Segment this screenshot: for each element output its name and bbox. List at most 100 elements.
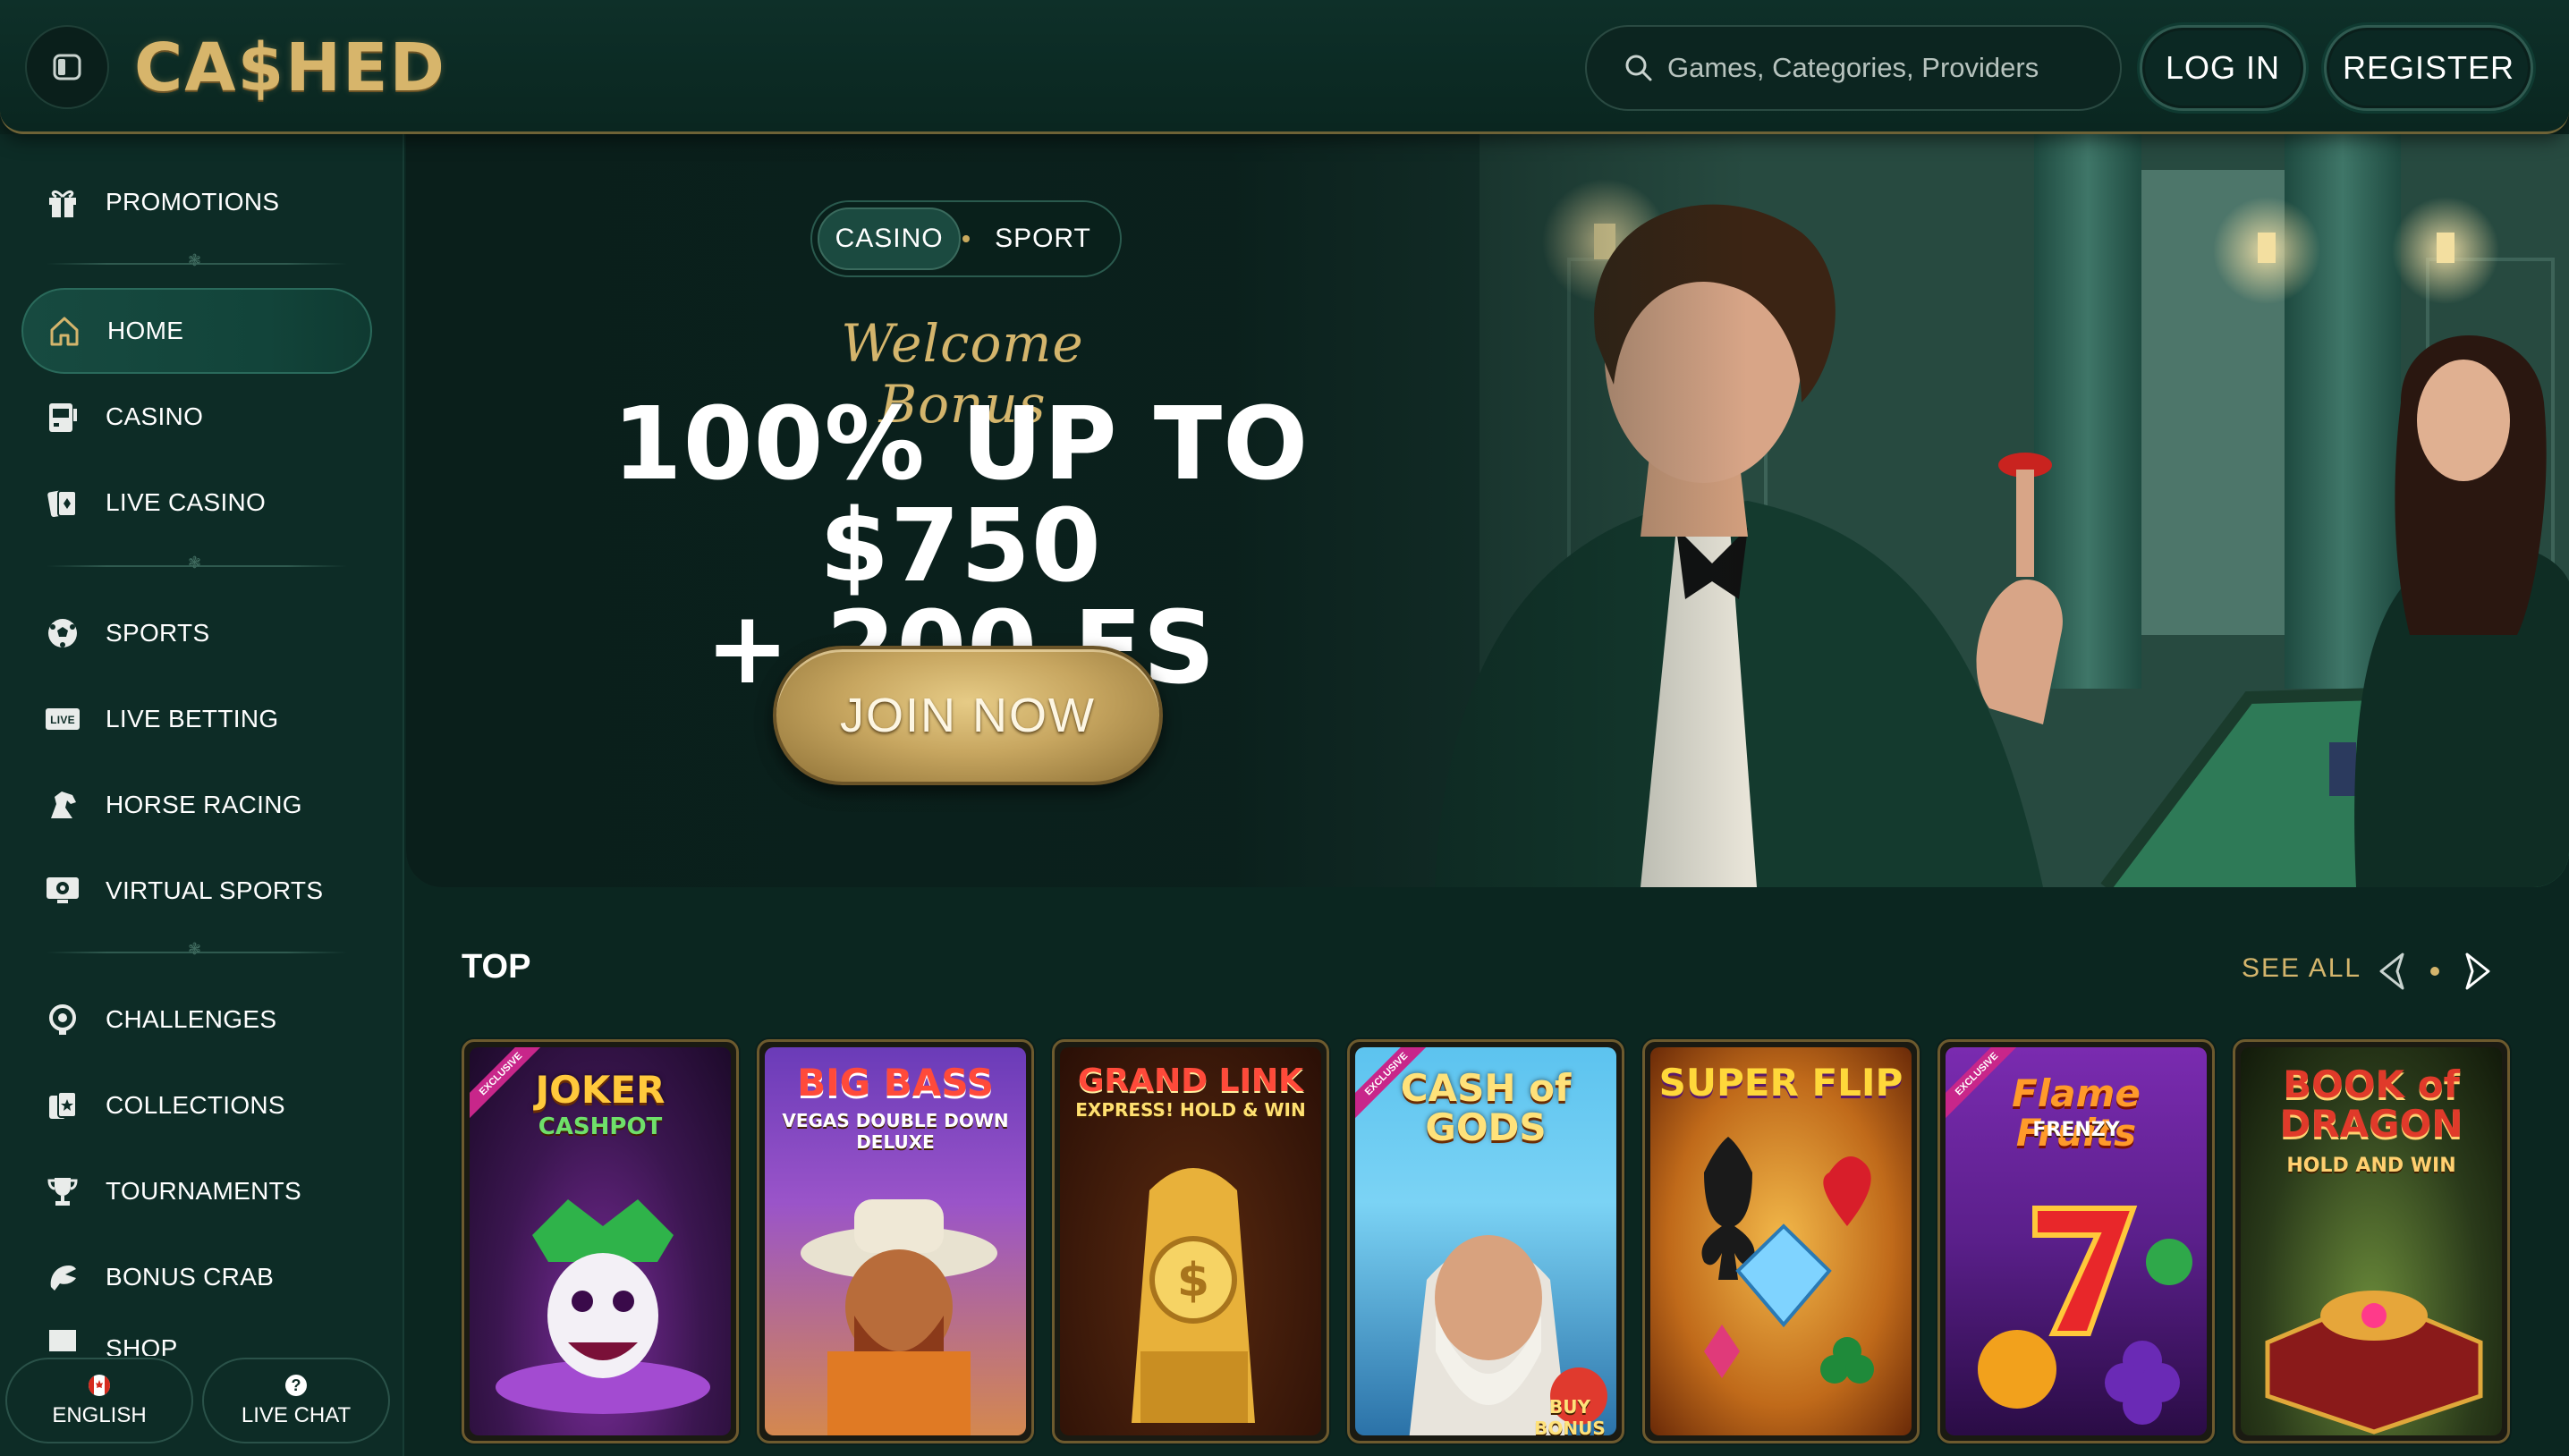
game-card[interactable]: EXCLUSIVE CASH of GODS BUY BONUS [1347, 1039, 1624, 1443]
sidebar-item-label: HORSE RACING [106, 791, 302, 818]
game-card[interactable]: EXCLUSIVE Flame Fruits FRENZY [1937, 1039, 2215, 1443]
see-all-link[interactable]: SEE ALL [2242, 953, 2361, 984]
sidebar-toggle-icon [53, 54, 81, 80]
game-art: EXCLUSIVE Flame Fruits FRENZY [1946, 1047, 2207, 1435]
help-icon: ? [285, 1375, 307, 1396]
game-art: $ GRAND LINK EXPRESS! HOLD & WIN [1060, 1047, 1321, 1435]
sidebar-item-label: LIVE CASINO [106, 488, 267, 516]
top-games-carousel: EXCLUSIVE JOKER CASHPOT BIG BASS VEGAS D… [462, 1039, 2510, 1452]
game-art: EXCLUSIVE JOKER CASHPOT [470, 1047, 731, 1435]
toggle-casino[interactable]: CASINO [818, 207, 962, 270]
language-label: ENGLISH [52, 1403, 147, 1427]
arrow-left-icon[interactable] [2372, 949, 2417, 994]
game-title: BOOK of DRAGON [2279, 1062, 2463, 1146]
horse-icon [45, 787, 81, 823]
sidebar-item-virtual-sports[interactable]: VIRTUAL SPORTS [21, 848, 372, 934]
toggle-sport[interactable]: SPORT [971, 207, 1115, 270]
casino-sport-toggle[interactable]: CASINO SPORT [810, 200, 1122, 277]
game-art: EXCLUSIVE CASH of GODS BUY BONUS [1355, 1047, 1616, 1435]
game-title: GRAND LINK [1077, 1062, 1304, 1099]
svg-text:?: ? [292, 1376, 301, 1394]
sidebar-item-label: LIVE BETTING [106, 705, 279, 732]
game-card[interactable]: SUPER FLIP [1642, 1039, 1920, 1443]
sidebar-item-live-betting[interactable]: LIVE LIVE BETTING [21, 676, 372, 762]
sidebar-divider [47, 554, 347, 572]
shop-icon [45, 1320, 81, 1356]
sidebar-divider [47, 251, 347, 270]
sidebar-item-label: CASINO [106, 402, 204, 430]
arrow-right-icon[interactable] [2453, 949, 2497, 994]
sidebar-item-promotions[interactable]: PROMOTIONS [21, 159, 372, 245]
game-card[interactable]: EXCLUSIVE JOKER CASHPOT [462, 1039, 739, 1443]
fisherman-art [801, 1199, 997, 1435]
canada-flag-icon [89, 1375, 110, 1396]
sidebar-item-label: PROMOTIONS [106, 188, 280, 216]
sidebar-item-label: SPORTS [106, 619, 210, 647]
game-art: BOOK of DRAGON HOLD AND WIN [2241, 1047, 2502, 1435]
sidebar-item-label: COLLECTIONS [106, 1091, 285, 1119]
game-title: SUPER FLIP [1658, 1061, 1903, 1105]
gift-icon [45, 184, 81, 220]
game-art: BIG BASS VEGAS DOUBLE DOWN DELUXE [765, 1047, 1026, 1435]
sidebar-item-collections[interactable]: COLLECTIONS [21, 1062, 372, 1148]
game-card[interactable]: $ GRAND LINK EXPRESS! HOLD & WIN [1052, 1039, 1329, 1443]
svg-text:LIVE: LIVE [50, 714, 75, 726]
sidebar-item-label: BONUS CRAB [106, 1263, 275, 1291]
game-card[interactable]: BOOK of DRAGON HOLD AND WIN [2233, 1039, 2510, 1443]
sidebar-item-label: TOURNAMENTS [106, 1177, 302, 1205]
game-title: JOKER [535, 1068, 666, 1112]
live-icon: LIVE [45, 701, 81, 737]
language-button[interactable]: ENGLISH [5, 1358, 193, 1443]
trophy-icon [45, 1173, 81, 1209]
sidebar-item-label: SHOP [106, 1334, 178, 1357]
sidebar-toggle-button[interactable] [25, 25, 109, 109]
cards-icon [45, 485, 81, 521]
live-chat-label: LIVE CHAT [241, 1403, 352, 1427]
search-input[interactable] [1667, 52, 2097, 84]
sidebar-item-live-casino[interactable]: LIVE CASINO [21, 460, 372, 546]
sidebar-item-sports[interactable]: SPORTS [21, 590, 372, 676]
carousel-dot [2430, 967, 2439, 976]
sidebar-item-tournaments[interactable]: TOURNAMENTS [21, 1148, 372, 1234]
register-button[interactable]: REGISTER [2324, 25, 2533, 111]
game-subtitle: EXPRESS! HOLD & WIN [1075, 1099, 1306, 1121]
top-header: CA$HED LOG IN REGISTER [0, 0, 2569, 134]
sidebar-divider [47, 940, 347, 959]
join-now-button[interactable]: JOIN NOW [773, 646, 1163, 785]
login-button[interactable]: LOG IN [2140, 25, 2306, 111]
sidebar-item-challenges[interactable]: CHALLENGES [21, 977, 372, 1062]
home-icon [47, 313, 82, 349]
game-art: SUPER FLIP [1650, 1047, 1912, 1435]
sidebar-item-label: CHALLENGES [106, 1005, 277, 1033]
sidebar-item-horse-racing[interactable]: HORSE RACING [21, 762, 372, 848]
search-bar[interactable] [1585, 25, 2122, 111]
slot-machine-icon [45, 399, 81, 435]
soccer-ball-icon [45, 615, 81, 651]
game-subtitle: VEGAS DOUBLE DOWN DELUXE [782, 1110, 1009, 1153]
sidebar-item-home[interactable]: HOME [21, 288, 372, 374]
game-title: BIG BASS [797, 1061, 994, 1105]
section-title-top: TOP [462, 948, 531, 986]
game-card[interactable]: BIG BASS VEGAS DOUBLE DOWN DELUXE [757, 1039, 1034, 1443]
target-icon [45, 1002, 81, 1037]
sidebar-item-casino[interactable]: CASINO [21, 374, 372, 460]
headline-line-1: 100% UP TO $750 [612, 386, 1310, 605]
carousel-nav [2372, 946, 2497, 996]
toggle-separator [962, 235, 970, 242]
svg-text:$: $ [1177, 1254, 1209, 1308]
search-icon [1625, 55, 1652, 81]
sidebar-item-label: VIRTUAL SPORTS [106, 876, 324, 904]
live-chat-button[interactable]: ? LIVE CHAT [202, 1358, 390, 1443]
sidebar-item-shop[interactable]: SHOP [21, 1320, 372, 1356]
game-subtitle: BUY BONUS [1534, 1396, 1606, 1435]
sidebar-item-label: HOME [107, 317, 184, 344]
site-logo[interactable]: CA$HED [134, 32, 446, 104]
sidebar-item-bonus-crab[interactable]: BONUS CRAB [21, 1234, 372, 1320]
hero-banner: CASINO SPORT Welcome Bonus 100% UP TO $7… [406, 134, 2569, 887]
card-suits-art [1701, 1137, 1874, 1384]
sidebar-nav: PROMOTIONS HOME CASINO LIVE CASINO SPORT… [0, 134, 404, 1456]
game-subtitle: HOLD AND WIN [2286, 1155, 2456, 1177]
card-collection-icon [45, 1088, 81, 1123]
crab-claw-icon [45, 1259, 81, 1295]
game-subtitle: CASHPOT [538, 1113, 663, 1140]
